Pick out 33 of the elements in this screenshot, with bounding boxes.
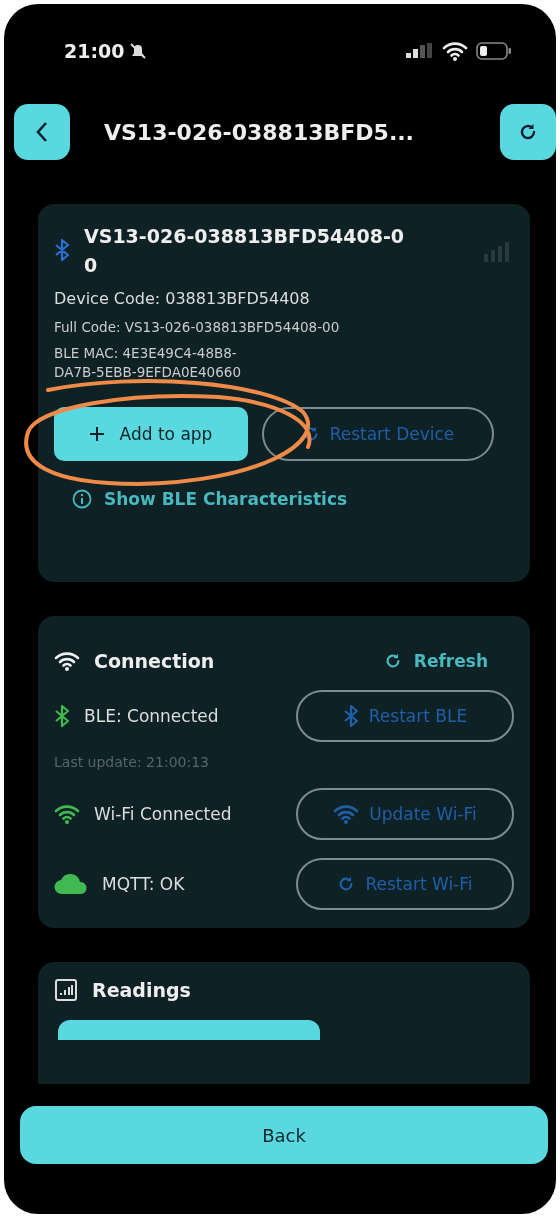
- plus-icon: [89, 426, 104, 441]
- cloud-icon: [54, 873, 88, 895]
- readings-title: Readings: [92, 979, 191, 1001]
- refresh-link[interactable]: Refresh: [377, 650, 494, 672]
- full-code: Full Code: VS13-026-038813BFD54408-00: [54, 318, 341, 337]
- ble-characteristics-link[interactable]: Show BLE Characteristics: [72, 488, 348, 509]
- connection-status: MQTT: OK: [102, 874, 185, 894]
- wifi-icon: [333, 804, 360, 824]
- last-update: Last update: 21:00:13: [54, 754, 210, 770]
- back-button[interactable]: [14, 104, 70, 160]
- device-code: Device Code: 038813BFD54408: [54, 289, 311, 308]
- ble-mac: BLE MAC: 4E3E49C4-48B8- DA7B-5EBB-9EFDA0E40660: [54, 343, 242, 383]
- battery-icon: [476, 42, 512, 60]
- connection-title: Connection: [94, 650, 215, 672]
- wifi-icon: [442, 41, 468, 61]
- chevron-left-icon: [35, 121, 49, 143]
- screen-title: VS13-026-038813BFD5...: [104, 119, 415, 145]
- info-icon: [72, 488, 92, 509]
- signal-icon: [406, 43, 434, 59]
- device-name: VS13-026-038813BFD54408-0 0: [84, 224, 406, 278]
- connection-status: Wi-Fi Connected: [94, 804, 232, 824]
- status-time: 21:00: [64, 40, 125, 62]
- connection-status: BLE: Connected: [84, 706, 219, 726]
- refresh-icon: [518, 122, 538, 142]
- bluetooth-icon: [54, 704, 70, 728]
- add-button[interactable]: Add to app: [54, 406, 248, 461]
- back-button[interactable]: Back: [20, 1106, 548, 1164]
- bluetooth-icon: [342, 704, 359, 728]
- wifi-icon: [54, 651, 80, 671]
- refresh-button[interactable]: [500, 104, 556, 160]
- wifi-icon: [54, 804, 80, 824]
- bluetooth-icon: [54, 238, 70, 262]
- chart-icon: [54, 978, 78, 1002]
